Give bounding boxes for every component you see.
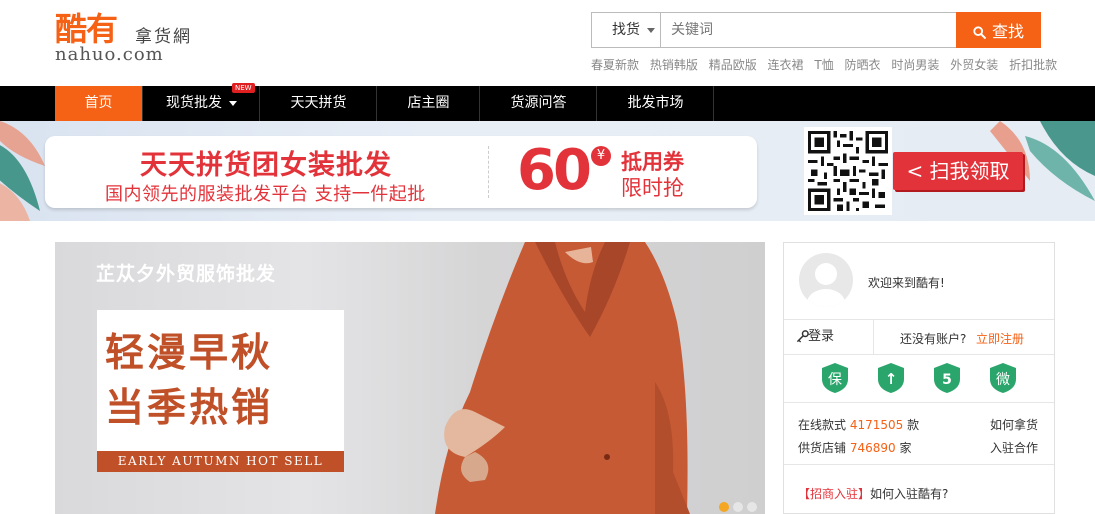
nav-label: 现货批发: [166, 95, 222, 111]
slider-dot[interactable]: [733, 502, 743, 512]
promo-subtitle: 国内领先的服装批发平台 支持一件起批: [105, 184, 426, 205]
shops-unit: 家: [899, 441, 912, 455]
nav-item-group-buy[interactable]: 天天拼货: [261, 86, 377, 121]
shield-wei-icon[interactable]: 微: [988, 362, 1018, 394]
register-question: 还没有账户?: [900, 332, 967, 346]
currency-badge: ¥: [591, 146, 611, 166]
slider-dot[interactable]: [719, 502, 729, 512]
logo-domain: nahuo.com: [55, 44, 164, 65]
search-type-label: 找货: [612, 22, 640, 38]
styles-stat: 在线款式 4171505 款: [798, 416, 919, 433]
nav-item-market[interactable]: 批发市场: [598, 86, 714, 121]
login-button[interactable]: 登录: [784, 320, 874, 354]
svg-text:↑: ↑: [885, 370, 898, 388]
promo-title: 天天拼货团女装批发: [140, 150, 392, 181]
nav-label: 店主圈: [407, 95, 450, 111]
svg-text:5: 5: [942, 372, 952, 388]
hot-keywords: 春夏新款 热销韩版 精品欧版 连衣裙 T恤 防晒衣 时尚男装 外贸女装 折扣批款: [591, 56, 1064, 73]
nav-item-shop-circle[interactable]: 店主圈: [378, 86, 480, 121]
site-logo[interactable]: 酷有 拿货網 nahuo.com: [55, 4, 215, 68]
hotword-link[interactable]: 热销韩版: [650, 58, 698, 72]
shield-bao-icon[interactable]: 保: [820, 362, 850, 394]
join-text: 如何入驻酷有?: [870, 487, 949, 501]
search-button-label: 查找: [991, 22, 1024, 41]
shield-up-icon[interactable]: ↑: [876, 362, 906, 394]
slide-headline-2: 当季热销: [105, 386, 274, 431]
merchant-join[interactable]: 【招商入驻】如何入驻酷有?: [798, 485, 948, 502]
search-type-select[interactable]: 找货: [591, 12, 661, 48]
nav-item-home[interactable]: 首页: [55, 86, 143, 121]
model-photo: [435, 242, 690, 514]
svg-text:保: 保: [828, 372, 842, 388]
key-icon: [796, 330, 809, 343]
new-badge: NEW: [232, 83, 255, 93]
ticket-divider: [488, 146, 489, 198]
promo-banner[interactable]: 天天拼货团女装批发 国内领先的服装批发平台 支持一件起批 60 ¥ 抵用券 限时…: [0, 121, 1095, 221]
shops-label: 供货店铺: [798, 441, 847, 455]
hotword-link[interactable]: 防晒衣: [845, 58, 881, 72]
hotword-link[interactable]: 精品欧版: [709, 58, 757, 72]
nav-label: 天天拼货: [290, 95, 347, 111]
user-avatar-icon: [807, 263, 845, 307]
user-panel: 欢迎来到酷有! 登录 还没有账户? 立即注册 保 ↑ 5 微 在线款式 4171…: [783, 242, 1055, 514]
styles-unit: 款: [907, 418, 920, 432]
search-input[interactable]: [660, 12, 957, 48]
search-bar: 找货 查找: [591, 12, 1041, 48]
coupon-ticket: 天天拼货团女装批发 国内领先的服装批发平台 支持一件起批 60 ¥ 抵用券 限时…: [45, 136, 757, 208]
nav-label: 货源问答: [510, 95, 567, 111]
search-icon: [973, 26, 986, 39]
shops-count: 746890: [849, 441, 896, 455]
qr-code: [804, 127, 892, 215]
chevron-down-icon: [647, 28, 655, 33]
hotword-link[interactable]: 连衣裙: [768, 58, 804, 72]
limited-label: 限时抢: [621, 176, 684, 200]
hotword-link[interactable]: T恤: [814, 58, 833, 72]
welcome-text: 欢迎来到酷有!: [868, 276, 945, 290]
slide-english-caption: EARLY AUTUMN HOT SELL: [97, 451, 344, 472]
login-row: 登录 还没有账户? 立即注册: [784, 319, 1054, 355]
login-label: 登录: [808, 329, 835, 344]
slide-shop-name: 芷苁夕外贸服饰批发: [96, 263, 277, 285]
join-tag: 【招商入驻】: [798, 487, 871, 501]
slide-headline-1: 轻漫早秋: [105, 331, 274, 376]
site-stats: 在线款式 4171505 款 供货店铺 746890 家 如何拿货 入驻合作: [784, 403, 1054, 465]
hero-slider[interactable]: 芷苁夕外贸服饰批发 轻漫早秋 当季热销 EARLY AUTUMN HOT SEL…: [55, 242, 765, 514]
nav-label: 首页: [84, 95, 113, 111]
shops-stat: 供货店铺 746890 家: [798, 439, 912, 456]
slider-dot[interactable]: [747, 502, 757, 512]
hotword-link[interactable]: 春夏新款: [591, 58, 639, 72]
svg-text:微: 微: [996, 372, 1010, 388]
nav-item-qa[interactable]: 货源问答: [481, 86, 597, 121]
nav-label: 批发市场: [627, 95, 684, 111]
coupon-amount: 60: [517, 138, 592, 203]
trust-badges: 保 ↑ 5 微: [784, 355, 1054, 403]
join-link[interactable]: 入驻合作: [990, 439, 1038, 456]
how-to-buy-link[interactable]: 如何拿货: [990, 416, 1038, 433]
avatar: [799, 253, 853, 307]
qr-code-icon: [808, 131, 888, 211]
search-button[interactable]: 查找: [956, 12, 1041, 48]
styles-label: 在线款式: [798, 418, 847, 432]
register-link[interactable]: 立即注册: [976, 330, 1024, 347]
scan-to-claim-button[interactable]: < 扫我领取: [893, 152, 1023, 190]
hotword-link[interactable]: 折扣批款: [1009, 58, 1057, 72]
styles-count: 4171505: [849, 418, 904, 432]
hotword-link[interactable]: 时尚男装: [891, 58, 939, 72]
shield-five-icon[interactable]: 5: [932, 362, 962, 394]
main-nav: 首页 现货批发 天天拼货 店主圈 货源问答 批发市场: [0, 86, 1095, 121]
chevron-down-icon: [229, 100, 237, 106]
hotword-link[interactable]: 外贸女装: [950, 58, 998, 72]
